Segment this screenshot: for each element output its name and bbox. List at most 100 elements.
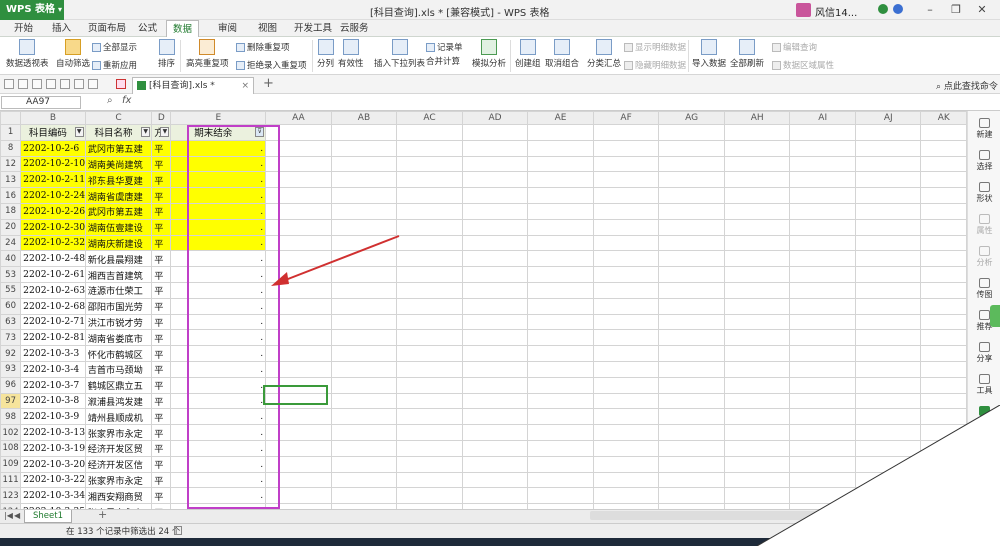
cell[interactable]	[330, 171, 398, 189]
cell[interactable]	[920, 234, 967, 252]
cell-code[interactable]: 2202-10-3-19	[20, 439, 86, 457]
header-cell-direction[interactable]: 方 ▼	[151, 124, 172, 141]
cell[interactable]	[396, 234, 463, 252]
cell[interactable]	[789, 281, 856, 299]
cell[interactable]	[723, 329, 791, 347]
open-icon[interactable]	[18, 79, 28, 89]
cell-code[interactable]: 2202-10-3-4	[20, 360, 86, 378]
cell[interactable]	[330, 345, 398, 362]
sidebar-analysis[interactable]: 分析	[968, 246, 1000, 268]
import-data-button[interactable]: 导入数据	[692, 39, 726, 69]
cell[interactable]	[723, 266, 791, 283]
cell[interactable]	[461, 487, 529, 505]
cell[interactable]	[789, 124, 856, 141]
active-cell-cursor[interactable]	[263, 385, 328, 405]
row-header[interactable]: 12	[0, 155, 22, 173]
cell[interactable]	[658, 345, 725, 362]
home-icon[interactable]	[4, 79, 14, 89]
cell-code[interactable]: 2202-10-2-6	[20, 139, 86, 157]
cell-direction[interactable]: 平	[151, 139, 172, 157]
cell[interactable]	[789, 266, 856, 283]
cell[interactable]	[854, 250, 922, 268]
row-header[interactable]: 13	[0, 171, 22, 189]
cell[interactable]	[592, 155, 660, 173]
skin-icon[interactable]	[893, 4, 903, 14]
header-cell-code[interactable]: 科目编码 ▼	[20, 124, 86, 141]
cell[interactable]	[461, 250, 529, 268]
cell-direction[interactable]: 平	[151, 297, 172, 315]
cell-name[interactable]: 湘西吉首建筑	[84, 266, 153, 283]
cell[interactable]	[658, 408, 725, 426]
column-header[interactable]: AH	[723, 111, 791, 125]
row-header[interactable]: 16	[0, 187, 22, 204]
show-all-button[interactable]: 全部显示	[92, 41, 137, 53]
cell-code[interactable]: 2202-10-2-71	[20, 313, 86, 331]
row-header[interactable]: 18	[0, 202, 22, 220]
cell-direction[interactable]: 平	[151, 424, 172, 441]
document-tab[interactable]: [科目查询].xls * ×	[132, 77, 254, 94]
cell[interactable]	[330, 408, 398, 426]
reapply-button[interactable]: 重新应用	[92, 59, 137, 71]
cell[interactable]	[723, 234, 791, 252]
cell-name[interactable]: 涟源市仕荣工	[84, 281, 153, 299]
cell[interactable]	[592, 345, 660, 362]
cell[interactable]	[789, 376, 856, 394]
row-header[interactable]: 24	[0, 234, 22, 252]
print-icon[interactable]	[46, 79, 56, 89]
cell[interactable]	[789, 155, 856, 173]
hide-detail-button[interactable]: 隐藏明细数据	[624, 59, 686, 71]
cell-code[interactable]: 2202-10-2-63	[20, 281, 86, 299]
row-header[interactable]: 60	[0, 297, 22, 315]
cell[interactable]	[854, 297, 922, 315]
cell[interactable]	[396, 408, 463, 426]
menu-insert[interactable]: 插入	[52, 20, 71, 37]
cell-name[interactable]: 怀化市鹤城区	[84, 345, 153, 362]
cell[interactable]	[854, 345, 922, 362]
cell[interactable]	[527, 392, 594, 410]
zoom-search-icon[interactable]: ⌕	[107, 95, 113, 106]
cell-direction[interactable]: 平	[151, 250, 172, 268]
cell[interactable]	[461, 471, 529, 489]
cell[interactable]	[658, 297, 725, 315]
cell[interactable]	[854, 202, 922, 220]
cell[interactable]	[658, 187, 725, 204]
range-properties-button[interactable]: 数据区域属性	[772, 59, 834, 71]
cell[interactable]	[854, 187, 922, 204]
cell[interactable]	[658, 155, 725, 173]
cell-name[interactable]: 祁东县华夏建	[84, 171, 153, 189]
cell[interactable]	[789, 139, 856, 157]
cell-name[interactable]: 湖南省娄底市	[84, 329, 153, 347]
cell[interactable]	[527, 329, 594, 347]
menu-developer[interactable]: 开发工具	[294, 20, 332, 37]
cell[interactable]	[789, 313, 856, 331]
cell[interactable]	[461, 392, 529, 410]
row-header[interactable]: 63	[0, 313, 22, 331]
cell[interactable]	[461, 234, 529, 252]
cell[interactable]	[330, 487, 398, 505]
cell[interactable]	[527, 202, 594, 220]
cell-code[interactable]: 2202-10-3-34	[20, 487, 86, 505]
cell[interactable]	[396, 124, 463, 141]
sidebar-new[interactable]: 新建	[968, 118, 1000, 140]
cell[interactable]	[592, 250, 660, 268]
user-avatar[interactable]	[796, 3, 811, 17]
show-detail-button[interactable]: 显示明细数据	[624, 41, 686, 53]
cell-name[interactable]: 鹤城区鼎立五	[84, 376, 153, 394]
cell[interactable]	[330, 124, 398, 141]
consolidate-button[interactable]: 合并计算	[426, 55, 460, 67]
cell[interactable]	[592, 187, 660, 204]
cell[interactable]	[461, 297, 529, 315]
cell-code[interactable]: 2202-10-2-26	[20, 202, 86, 220]
cell-direction[interactable]: 平	[151, 266, 172, 283]
row-header[interactable]: 98	[0, 408, 22, 426]
cell-name[interactable]: 湘西安翔商贸	[84, 487, 153, 505]
cell[interactable]	[396, 329, 463, 347]
row-header[interactable]: 73	[0, 329, 22, 347]
row-header[interactable]: 40	[0, 250, 22, 268]
ungroup-button[interactable]: 取消组合	[545, 39, 579, 69]
cell[interactable]	[723, 171, 791, 189]
cell[interactable]	[527, 218, 594, 236]
column-header[interactable]: AE	[527, 111, 594, 125]
cell-name[interactable]: 湖南庆新建设	[84, 234, 153, 252]
column-header[interactable]: E	[170, 111, 267, 125]
